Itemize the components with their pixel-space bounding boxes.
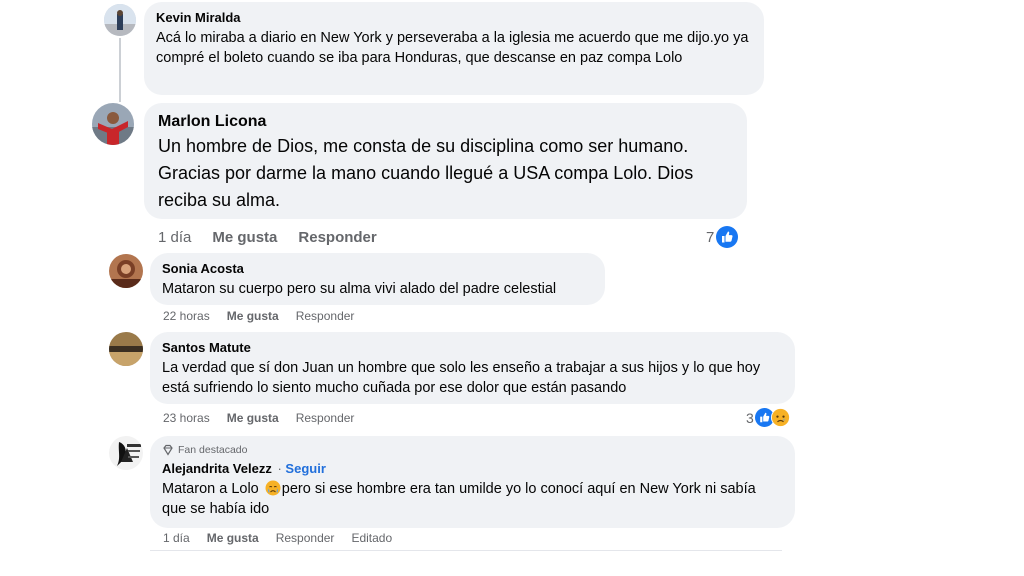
reaction-summary[interactable]: 7 bbox=[706, 226, 739, 248]
sad-icon bbox=[770, 408, 790, 427]
crying-face-icon bbox=[265, 480, 281, 496]
author-name[interactable]: Kevin Miralda bbox=[156, 10, 752, 26]
comment-text: Acá lo miraba a diario en New York y per… bbox=[156, 30, 749, 66]
avatar[interactable] bbox=[109, 436, 143, 470]
timestamp[interactable]: 23 horas bbox=[163, 411, 210, 425]
like-button[interactable]: Me gusta bbox=[212, 229, 277, 246]
comment-actions: 1 día Me gusta Responder Editado bbox=[163, 531, 392, 545]
comment-text: La verdad que sí don Juan un hombre que … bbox=[162, 360, 761, 396]
edited-label: Editado bbox=[351, 531, 393, 545]
separator: · bbox=[277, 461, 282, 476]
comment-text: Mataron su cuerpo pero su alma vivi alad… bbox=[162, 281, 557, 297]
avatar[interactable] bbox=[109, 254, 143, 288]
comment-bubble: Kevin Miralda Acá lo miraba a diario en … bbox=[144, 2, 764, 95]
top-fan-badge: Fan destacado bbox=[162, 443, 783, 457]
comment-actions: 1 día Me gusta Responder bbox=[158, 229, 377, 246]
reaction-count: 3 bbox=[746, 409, 754, 426]
comment-bubble: Sonia Acosta Mataron su cuerpo pero su a… bbox=[150, 253, 605, 305]
comment-bubble: Fan destacado Alejandrita Velezz · Segui… bbox=[150, 436, 795, 528]
timestamp[interactable]: 22 horas bbox=[163, 309, 210, 323]
like-button[interactable]: Me gusta bbox=[227, 309, 279, 323]
author-name[interactable]: Sonia Acosta bbox=[162, 261, 593, 277]
reply-button[interactable]: Responder bbox=[296, 309, 355, 323]
like-button[interactable]: Me gusta bbox=[227, 411, 279, 425]
author-name[interactable]: Alejandrita Velezz bbox=[162, 461, 272, 476]
diamond-icon bbox=[162, 444, 174, 456]
avatar[interactable] bbox=[104, 4, 136, 36]
reply-button[interactable]: Responder bbox=[276, 531, 335, 545]
reaction-summary[interactable]: 3 bbox=[746, 408, 790, 427]
comment-actions: 22 horas Me gusta Responder bbox=[163, 309, 354, 323]
author-name[interactable]: Marlon Licona bbox=[158, 112, 733, 132]
comment-actions: 23 horas Me gusta Responder bbox=[163, 411, 354, 425]
reaction-count: 7 bbox=[706, 228, 715, 246]
comment-text: Mataron a Lolo pero si ese hombre era ta… bbox=[162, 480, 756, 517]
avatar[interactable] bbox=[109, 332, 143, 366]
follow-button[interactable]: Seguir bbox=[285, 461, 325, 476]
comment-text: Un hombre de Dios, me consta de su disci… bbox=[158, 136, 694, 210]
reply-button[interactable]: Responder bbox=[298, 229, 376, 246]
timestamp[interactable]: 1 día bbox=[158, 229, 191, 246]
divider bbox=[150, 550, 782, 551]
author-name[interactable]: Santos Matute bbox=[162, 340, 783, 356]
comment-bubble: Marlon Licona Un hombre de Dios, me cons… bbox=[144, 103, 747, 219]
like-icon bbox=[716, 226, 739, 248]
comment-bubble: Santos Matute La verdad que sí don Juan … bbox=[150, 332, 795, 404]
badge-label: Fan destacado bbox=[178, 444, 248, 456]
like-button[interactable]: Me gusta bbox=[207, 531, 259, 545]
avatar[interactable] bbox=[92, 103, 134, 145]
thread-line bbox=[119, 38, 121, 102]
reply-button[interactable]: Responder bbox=[296, 411, 355, 425]
timestamp[interactable]: 1 día bbox=[163, 531, 190, 545]
